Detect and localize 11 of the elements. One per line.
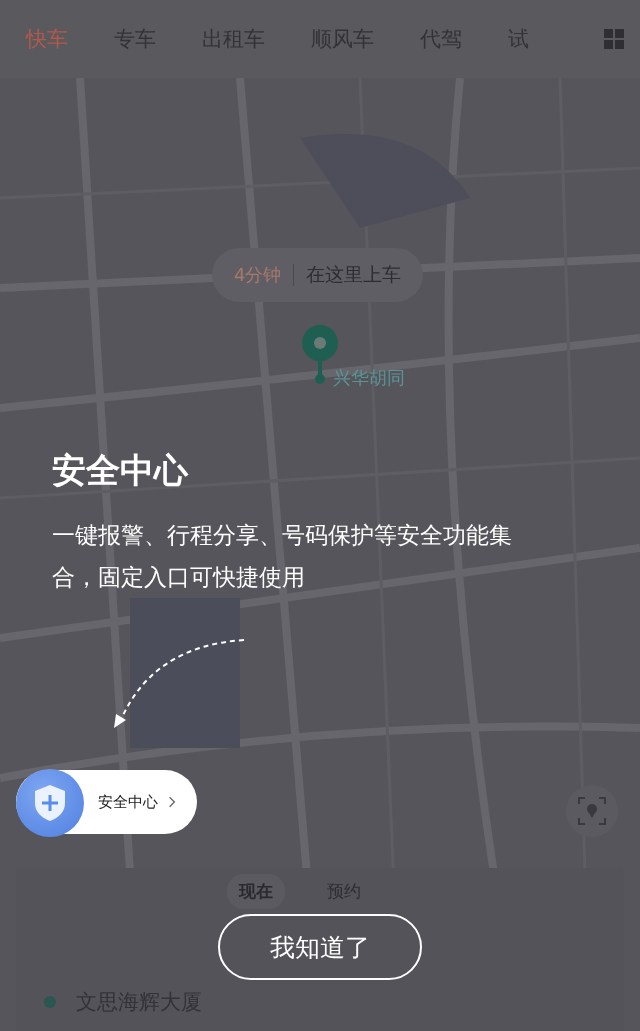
locate-icon <box>577 796 607 826</box>
service-tab[interactable]: 快车 <box>26 25 68 53</box>
safety-center-button[interactable]: 安全中心 <box>16 770 197 834</box>
place-label: 兴华胡同 <box>333 366 405 390</box>
guide-title: 安全中心 <box>52 449 190 492</box>
dismiss-button[interactable]: 我知道了 <box>218 914 422 980</box>
grid-icon[interactable] <box>604 29 624 49</box>
eta-text: 4分钟 <box>234 263 282 287</box>
guide-description: 一键报警、行程分享、号码保护等安全功能集合，固定入口可快捷使用 <box>52 521 513 592</box>
chevron-icon <box>168 795 176 809</box>
origin-dot-icon <box>44 996 56 1008</box>
